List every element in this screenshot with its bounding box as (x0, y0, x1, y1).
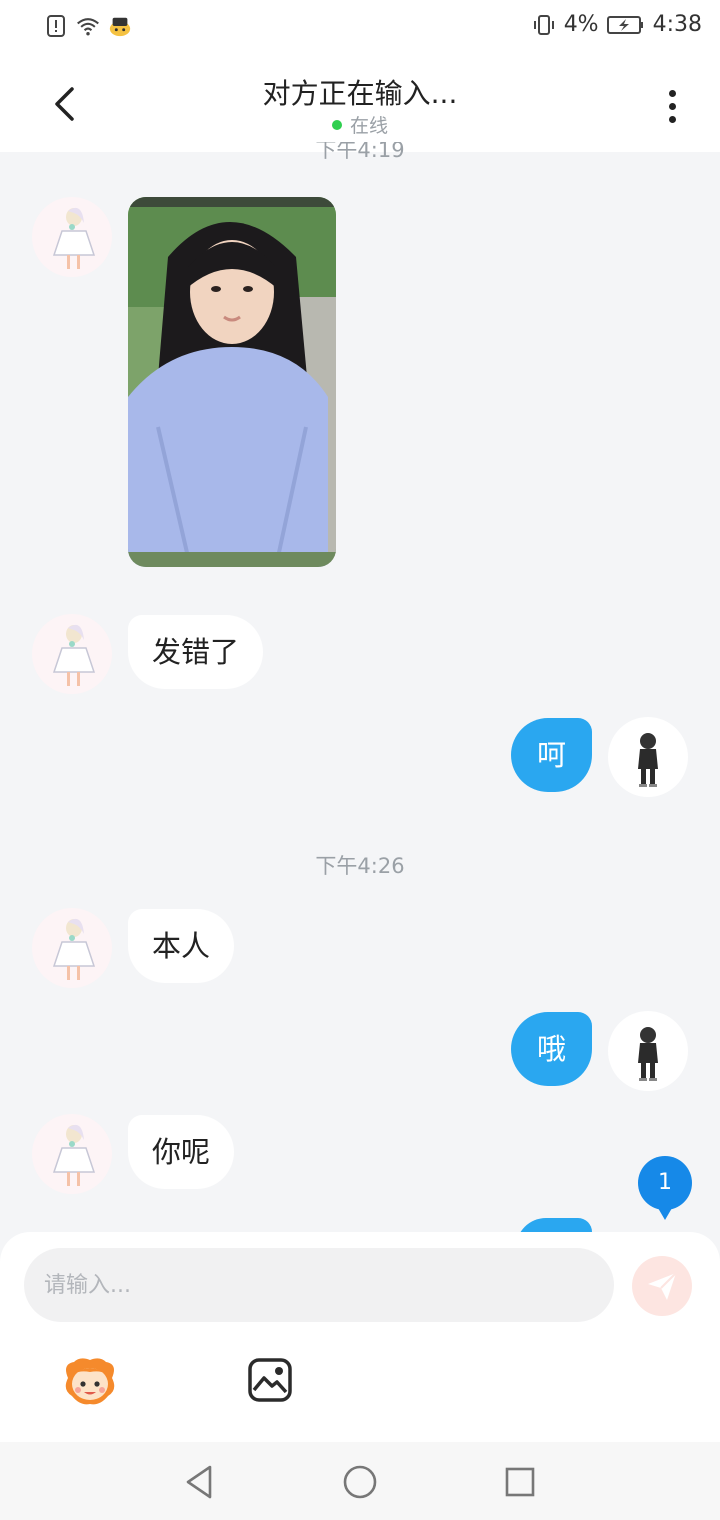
boy-silhouette-icon (638, 733, 658, 787)
send-paper-plane-icon (648, 1272, 677, 1300)
more-dot-icon (668, 89, 676, 97)
emoji-button[interactable] (60, 1356, 120, 1408)
vibrate-icon (532, 13, 556, 37)
online-status-text: 在线 (349, 115, 388, 137)
sim-alert-icon (44, 14, 68, 38)
image-icon (248, 1358, 292, 1402)
online-dot-icon (331, 119, 342, 130)
square-recents-icon (505, 1467, 535, 1497)
my-avatar[interactable] (608, 1011, 688, 1091)
girl-illustration-icon (52, 207, 96, 269)
timestamp: 下午4:19 (315, 142, 405, 162)
contact-avatar[interactable] (32, 1114, 112, 1194)
online-status: 在线 (0, 111, 720, 138)
portrait-photo-icon (128, 197, 336, 567)
message-bubble-received[interactable]: 本人 (128, 909, 235, 983)
message-input[interactable] (24, 1248, 614, 1322)
emoji-face-icon (65, 1358, 115, 1405)
timestamp: 下午4:26 (315, 854, 405, 878)
input-panel (0, 1232, 720, 1442)
contact-avatar[interactable] (32, 908, 112, 988)
unread-count-badge[interactable]: 1 (638, 1156, 692, 1220)
app-notification-icon (108, 14, 132, 38)
message-bubble-received[interactable]: 发错了 (128, 615, 264, 689)
nav-recents-button[interactable] (498, 1460, 542, 1504)
nav-back-button[interactable] (178, 1460, 222, 1504)
contact-avatar[interactable] (32, 614, 112, 694)
status-right: 4% 4:38 (532, 12, 702, 37)
chat-title: 对方正在输入... (262, 77, 458, 110)
contact-avatar[interactable] (32, 197, 112, 277)
chat-header: 对方正在输入... 在线 (0, 56, 720, 152)
message-bubble-received[interactable]: 你呢 (128, 1115, 235, 1189)
battery-charging-icon (606, 13, 645, 37)
received-image[interactable] (128, 197, 336, 567)
more-options-button[interactable] (652, 80, 692, 132)
status-left-icons (44, 14, 132, 38)
message-bubble-sent[interactable]: 哦 (511, 1012, 593, 1086)
wifi-icon (76, 14, 100, 38)
circle-home-icon (343, 1465, 377, 1499)
message-bubble-sent[interactable]: 呵 (511, 718, 593, 792)
girl-illustration-icon (52, 918, 96, 980)
triangle-back-icon (186, 1465, 212, 1499)
send-button[interactable] (632, 1256, 692, 1316)
nav-home-button[interactable] (338, 1460, 382, 1504)
my-avatar[interactable] (608, 717, 688, 797)
more-dot-icon (668, 115, 676, 123)
girl-illustration-icon (52, 1124, 96, 1186)
girl-illustration-icon (52, 624, 96, 686)
boy-silhouette-icon (638, 1027, 658, 1081)
status-bar: 4% 4:38 (0, 0, 720, 56)
system-navigation-bar (0, 1442, 720, 1520)
battery-percent: 4% (563, 12, 599, 37)
more-dot-icon (668, 102, 676, 110)
image-picker-button[interactable] (246, 1356, 294, 1404)
clock: 4:38 (652, 12, 702, 37)
